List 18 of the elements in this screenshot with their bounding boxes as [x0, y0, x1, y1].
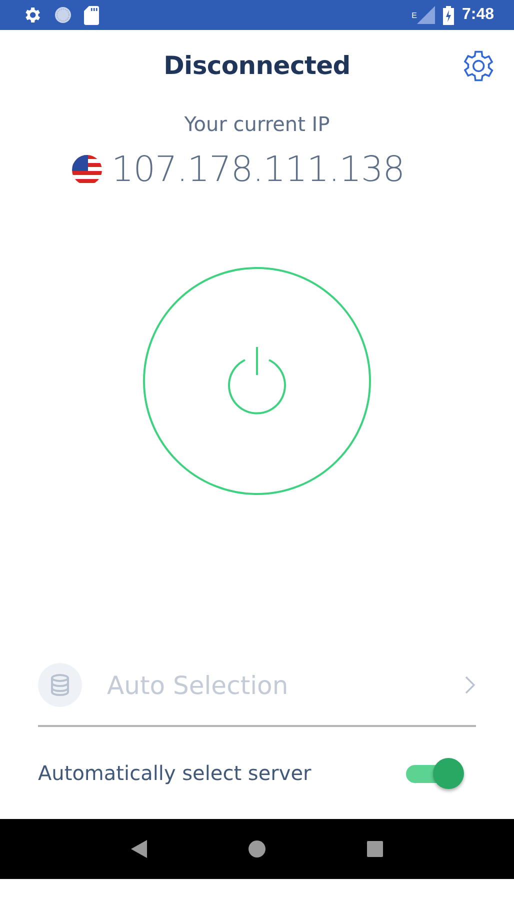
sd-card-icon	[84, 6, 99, 24]
clock-time: 7:48	[462, 6, 494, 24]
auto-select-label: Automatically select server	[38, 761, 312, 785]
ip-label: Your current IP	[184, 112, 330, 136]
home-button[interactable]	[248, 840, 266, 858]
battery-icon	[442, 6, 454, 24]
network-type: E	[412, 10, 417, 20]
signal-icon	[416, 6, 435, 24]
ip-address: 107.178.111.138	[111, 150, 405, 190]
back-button[interactable]	[130, 840, 147, 858]
sync-icon	[54, 6, 72, 24]
database-icon	[50, 674, 70, 696]
recents-button[interactable]	[367, 841, 384, 857]
chevron-right-icon	[464, 675, 476, 695]
power-icon	[226, 346, 288, 416]
auto-select-switch[interactable]	[404, 757, 464, 789]
flag-icon	[71, 154, 104, 186]
connection-status-title: Disconnected	[164, 50, 350, 82]
